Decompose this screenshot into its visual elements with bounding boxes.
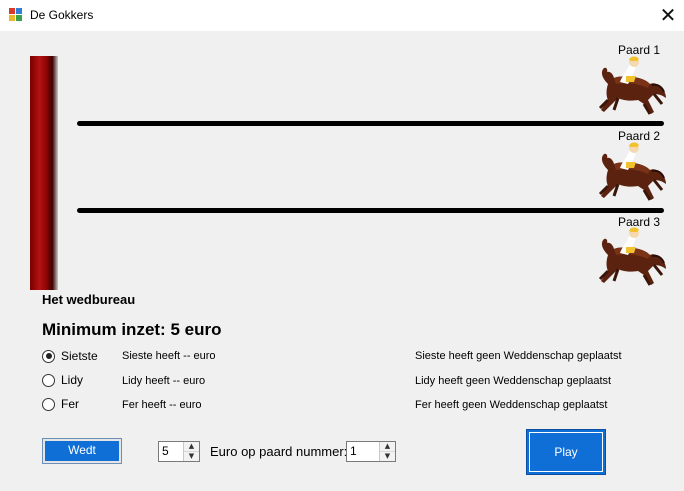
amount-value[interactable]: 5 [159, 442, 183, 461]
bet-button-label: Wedt [45, 441, 119, 461]
title-bar: De Gokkers ✕ [0, 0, 684, 31]
bet-status-label: Sieste heeft geen Weddenschap geplaatst [415, 350, 622, 362]
bet-status-label: Fer heeft geen Weddenschap geplaatst [415, 399, 608, 411]
bet-amount-label: Sieste heeft -- euro [122, 350, 216, 362]
amount-stepper[interactable]: 5 ▲ ▼ [158, 441, 200, 462]
form-icon [9, 8, 23, 22]
horse-number-stepper[interactable]: 1 ▲ ▼ [346, 441, 396, 462]
bet-amount-label: Lidy heeft -- euro [122, 375, 206, 387]
radio-button[interactable] [42, 397, 55, 411]
close-button[interactable]: ✕ [652, 0, 684, 30]
play-button-label: Play [529, 432, 603, 472]
bettor-radio-fer[interactable]: Fer [42, 397, 79, 411]
window-title: De Gokkers [30, 8, 94, 22]
horse-number-label: Euro op paard nummer: [210, 444, 348, 459]
bureau-heading: Het wedbureau [42, 292, 136, 307]
radio-button[interactable] [42, 373, 55, 387]
lane-divider [77, 208, 664, 213]
play-button[interactable]: Play [526, 429, 606, 475]
stepper-up-icon[interactable]: ▲ [184, 442, 199, 452]
racehorse-icon [598, 142, 666, 201]
racehorse-icon [598, 56, 666, 115]
close-icon: ✕ [659, 3, 677, 27]
start-post [30, 56, 58, 290]
bettor-name: Sietste [61, 349, 98, 363]
stepper-up-icon[interactable]: ▲ [380, 442, 395, 452]
bettor-name: Fer [61, 397, 79, 411]
bettor-radio-lidy[interactable]: Lidy [42, 373, 83, 387]
lane-divider [77, 121, 664, 126]
minimum-bet-label: Minimum inzet: 5 euro [42, 320, 222, 339]
stepper-down-icon[interactable]: ▼ [184, 452, 199, 461]
bet-amount-label: Fer heeft -- euro [122, 399, 202, 411]
racehorse-icon [598, 227, 666, 286]
radio-button[interactable] [42, 349, 55, 363]
stepper-down-icon[interactable]: ▼ [380, 452, 395, 461]
horse-number-value[interactable]: 1 [347, 442, 379, 461]
bettor-name: Lidy [61, 373, 84, 387]
bettor-radio-sietste[interactable]: Sietste [42, 349, 98, 363]
bet-button[interactable]: Wedt [42, 438, 122, 464]
bet-status-label: Lidy heeft geen Weddenschap geplaatst [415, 375, 612, 387]
